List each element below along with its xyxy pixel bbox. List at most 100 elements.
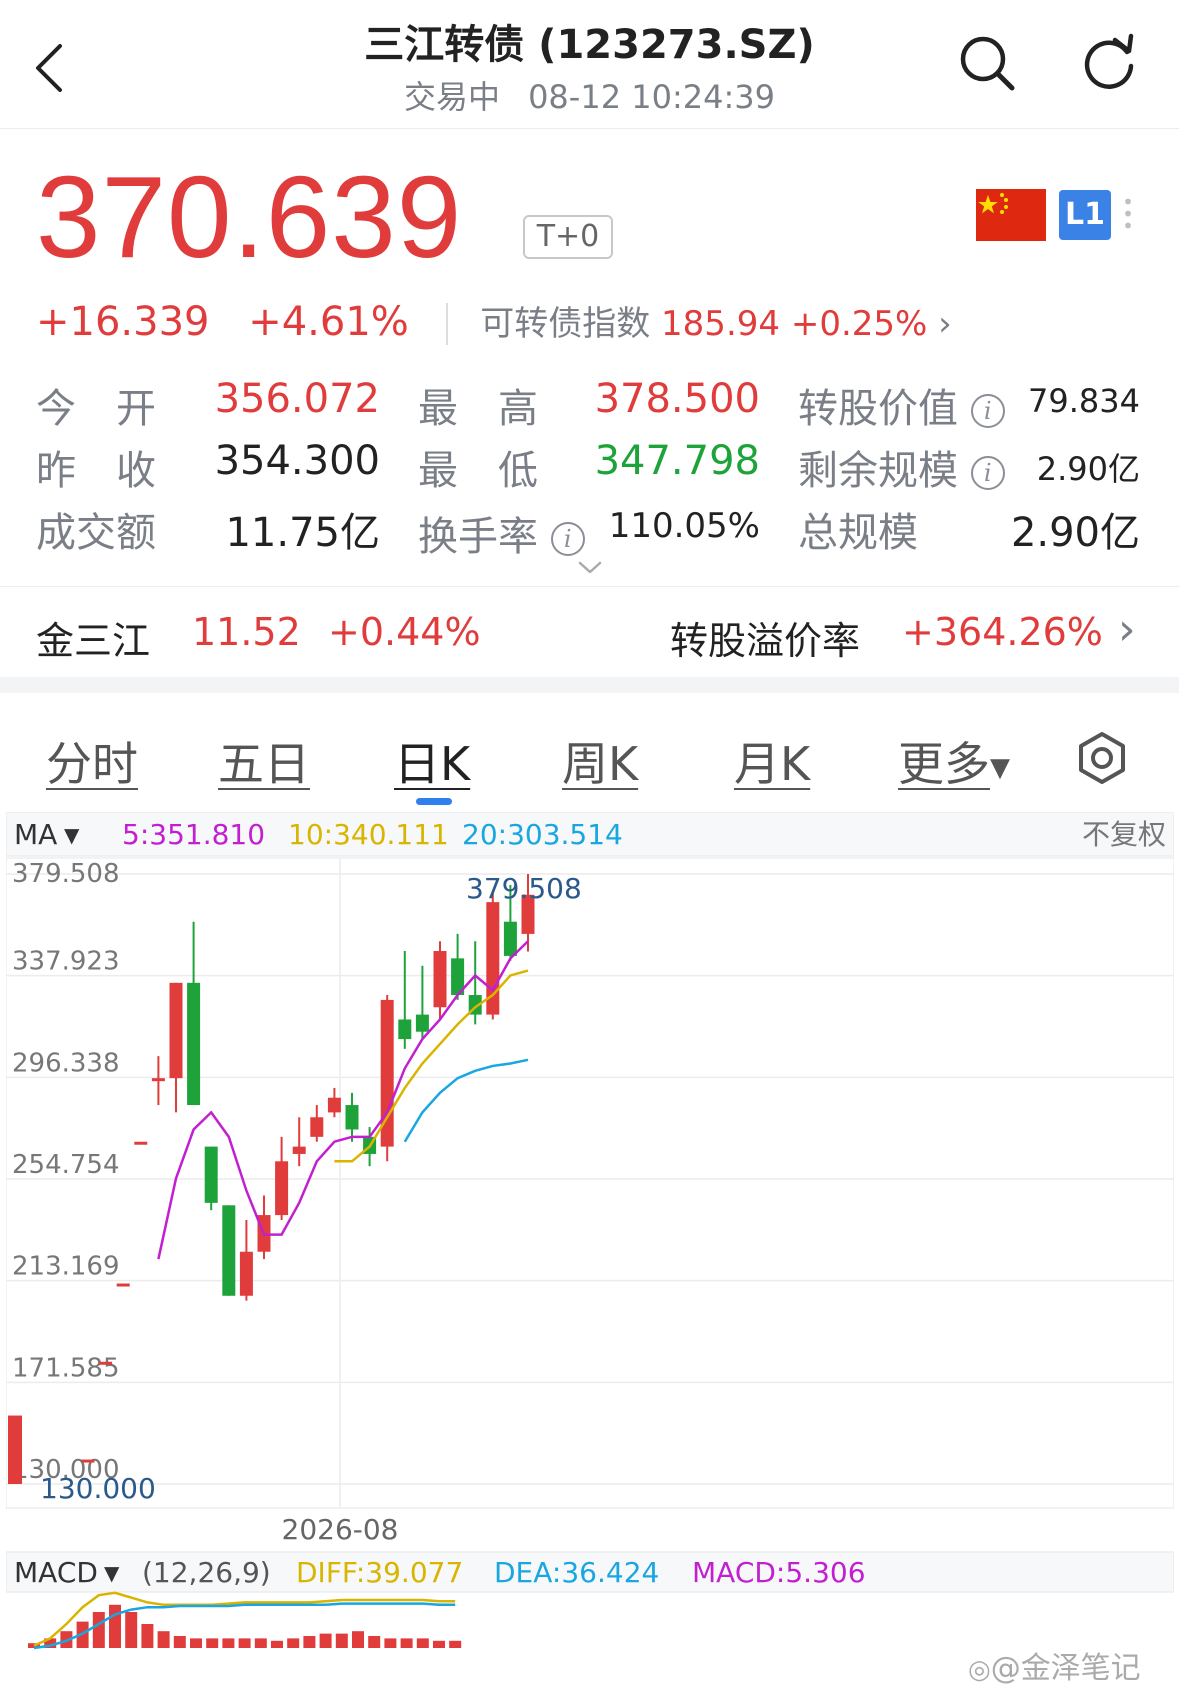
candle-body: [187, 982, 201, 1106]
tab-weekly-k[interactable]: 周K: [562, 728, 638, 794]
candle-body: [81, 1459, 95, 1463]
watermark-text: @金泽笔记: [990, 1651, 1141, 1686]
total-value: 2.90亿: [1010, 510, 1140, 556]
ma-value-10: 10:340.111: [288, 818, 449, 851]
macd-dea: DEA:36.424: [494, 1556, 659, 1589]
ma20-line: [403, 1058, 529, 1143]
underlying-change: +0.44%: [328, 610, 481, 654]
macd-histogram-bar: [287, 1638, 300, 1648]
prev-close-label: 昨 收: [36, 448, 156, 494]
divider: [445, 303, 448, 345]
min-price-label: 130.000: [40, 1472, 156, 1505]
candle-body: [345, 1105, 359, 1130]
section-gap: [0, 677, 1179, 693]
macd-histogram-bar: [125, 1612, 138, 1648]
candle-body: [415, 1014, 429, 1032]
macd-label: MACD: [14, 1556, 98, 1589]
chart-settings-icon[interactable]: [1074, 730, 1130, 786]
max-price-label: 379.508: [466, 872, 582, 905]
index-value: 185.94: [661, 304, 781, 344]
kline-chart[interactable]: MA ▼ 5:351.810 10:340.111 20:303.514 不复权 379.5…: [5, 811, 1175, 1692]
candle-body: [169, 982, 183, 1079]
refresh-icon[interactable]: [1080, 32, 1138, 92]
tab-more[interactable]: 更多▼: [898, 728, 1010, 794]
low-label: 最 低: [418, 448, 538, 494]
candle-body: [8, 1415, 22, 1484]
turnover-rate-label: 换手率 i: [418, 504, 585, 562]
current-price: 370.639: [36, 152, 463, 282]
macd-histogram-bar: [238, 1638, 251, 1648]
status-text: 交易中: [404, 78, 501, 116]
watermark: ◎@金泽笔记: [968, 1643, 1141, 1687]
candle-body: [151, 1078, 165, 1082]
macd-histogram-bar: [190, 1638, 202, 1648]
divider: [0, 586, 1179, 587]
macd-histogram-bar: [449, 1640, 462, 1648]
dropdown-arrow-icon: ▼: [990, 752, 1010, 783]
premium-label: 转股溢价率: [670, 619, 861, 663]
index-label: 可转债指数: [480, 304, 651, 344]
macd-histogram-bar: [222, 1638, 235, 1648]
index-link[interactable]: 可转债指数 185.94 +0.25% ›: [480, 304, 952, 344]
candle-body: [398, 1019, 412, 1040]
header-bar: 三江转债 (123273.SZ) 交易中 08-12 10:24:39: [0, 0, 1179, 129]
level1-badge[interactable]: L1: [1059, 190, 1111, 240]
tab-daily-k[interactable]: 日K: [394, 728, 470, 794]
macd-histogram-bar: [416, 1638, 429, 1648]
change-row: +16.339 +4.61% 可转债指数 185.94 +0.25% ›: [36, 296, 952, 345]
tab-monthly-k[interactable]: 月K: [734, 728, 810, 794]
macd-histogram-bar: [352, 1631, 364, 1648]
macd-histogram-bar: [319, 1633, 332, 1648]
macd-value: MACD:5.306: [692, 1556, 866, 1589]
china-flag-icon: [976, 189, 1046, 241]
dropdown-arrow-icon: ▼: [64, 823, 80, 847]
macd-histogram-bar: [400, 1638, 413, 1648]
x-axis-label: 2026-08: [282, 1513, 399, 1546]
macd-params: (12,26,9): [142, 1556, 271, 1589]
chevron-right-icon: ›: [938, 304, 952, 344]
y-tick-label: 337.923: [12, 947, 120, 977]
conv-value: 79.834: [1028, 382, 1140, 420]
macd-histogram-bar: [335, 1633, 348, 1648]
weibo-icon: ◎: [968, 1655, 991, 1685]
macd-histogram-bar: [141, 1624, 154, 1648]
y-tick-label: 171.585: [12, 1353, 120, 1383]
candle-body: [275, 1161, 289, 1216]
macd-histogram-bar: [254, 1638, 267, 1648]
candle-body: [134, 1141, 148, 1145]
total-label: 总规模: [798, 510, 918, 556]
adjust-label: 不复权: [1082, 818, 1166, 851]
expand-chevron-icon[interactable]: [578, 560, 602, 576]
datetime-text: 08-12 10:24:39: [528, 78, 775, 116]
remaining-label: 剩余规模 i: [798, 438, 1005, 496]
macd-histogram-bar: [433, 1640, 445, 1648]
ma-value-5: 5:351.810: [122, 818, 265, 851]
candle-body: [239, 1251, 253, 1296]
more-dots-icon[interactable]: • • •: [1122, 192, 1134, 236]
search-icon[interactable]: [958, 34, 1018, 94]
high-value: 378.500: [594, 376, 760, 422]
candle-body: [99, 1361, 113, 1365]
active-tab-indicator: [416, 798, 452, 805]
remaining-value: 2.90亿: [1036, 450, 1140, 488]
open-value: 356.072: [214, 376, 380, 422]
macd-histogram-bar: [157, 1631, 170, 1648]
price-change-pct: +4.61%: [248, 299, 409, 345]
ma-label: MA: [14, 818, 57, 851]
candle-body: [204, 1146, 218, 1203]
high-label: 最 高: [418, 386, 538, 432]
info-icon[interactable]: i: [550, 522, 585, 556]
turnover-label: 成交额: [36, 510, 156, 556]
ma-value-20: 20:303.514: [462, 818, 623, 851]
y-tick-label: 296.338: [12, 1048, 120, 1078]
tab-five-day[interactable]: 五日: [218, 728, 310, 794]
underlying-name: 金三江: [36, 619, 151, 663]
kline-chart-svg[interactable]: MA ▼ 5:351.810 10:340.111 20:303.514 不复权 379.5…: [5, 811, 1175, 1692]
prev-close-value: 354.300: [214, 438, 380, 484]
tab-intraday[interactable]: 分时: [46, 728, 138, 794]
candle-body: [292, 1146, 306, 1154]
underlying-stock-row[interactable]: 金三江 11.52 +0.44% 转股溢价率 +364.26% ›: [0, 600, 1179, 670]
conv-value-label: 转股价值 i: [798, 376, 1005, 434]
macd-histogram-bar: [173, 1636, 186, 1648]
candle-body: [222, 1205, 236, 1296]
